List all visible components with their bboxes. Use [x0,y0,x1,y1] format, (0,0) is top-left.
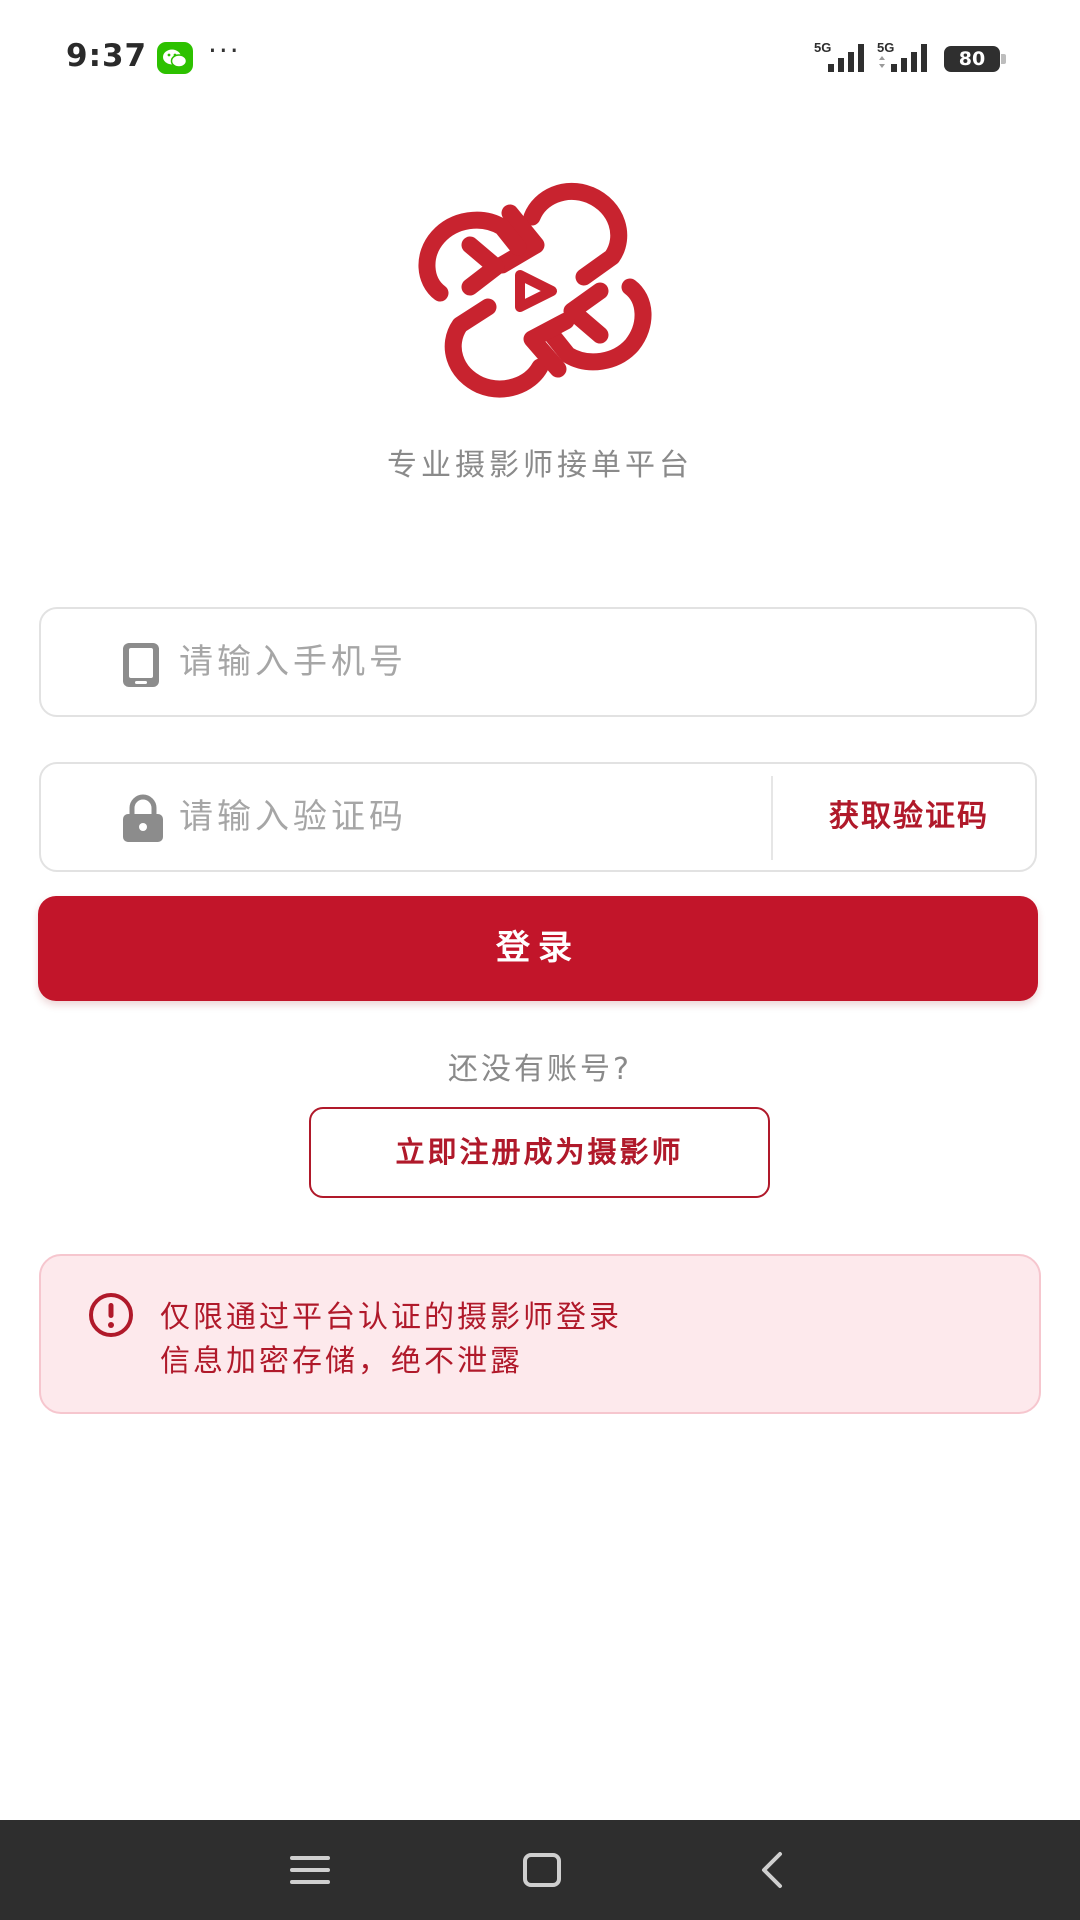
no-account-prompt: 还没有账号? [448,1052,632,1087]
security-notice: 仅限通过平台认证的摄影师登录 信息加密存储，绝不泄露 [39,1254,1041,1414]
status-time: 9:37 [66,38,148,74]
menu-icon[interactable] [288,1848,332,1892]
app-tagline: 专业摄影师接单平台 [387,448,693,483]
status-bar: 9:37 ··· 5G 5G 80 [0,0,1080,118]
home-icon[interactable] [520,1848,564,1892]
code-input[interactable] [179,786,739,848]
network-label-2: 5G [877,40,894,55]
phone-icon [123,643,159,687]
wechat-icon [157,42,193,74]
brand-logo [418,182,652,398]
signal-icon: 5G [877,40,927,72]
phone-field[interactable] [39,607,1037,717]
alert-icon [89,1293,133,1337]
code-field[interactable]: 获取验证码 [39,762,1037,872]
field-divider [771,776,773,860]
network-label-1: 5G [814,40,831,55]
notice-text: 仅限通过平台认证的摄影师登录 [160,1300,622,1335]
lock-icon [123,794,163,842]
register-button[interactable]: 立即注册成为摄影师 [309,1107,770,1198]
signal-icon: 5G [814,40,864,72]
more-icon: ··· [208,34,241,67]
notice-text: 信息加密存储，绝不泄露 [160,1344,523,1379]
get-code-button[interactable]: 获取验证码 [781,764,1037,870]
battery-icon: 80 [944,46,1006,72]
back-icon[interactable] [752,1848,796,1892]
login-button[interactable]: 登录 [38,896,1038,1001]
phone-input[interactable] [179,631,739,693]
system-nav-bar [0,1820,1080,1920]
